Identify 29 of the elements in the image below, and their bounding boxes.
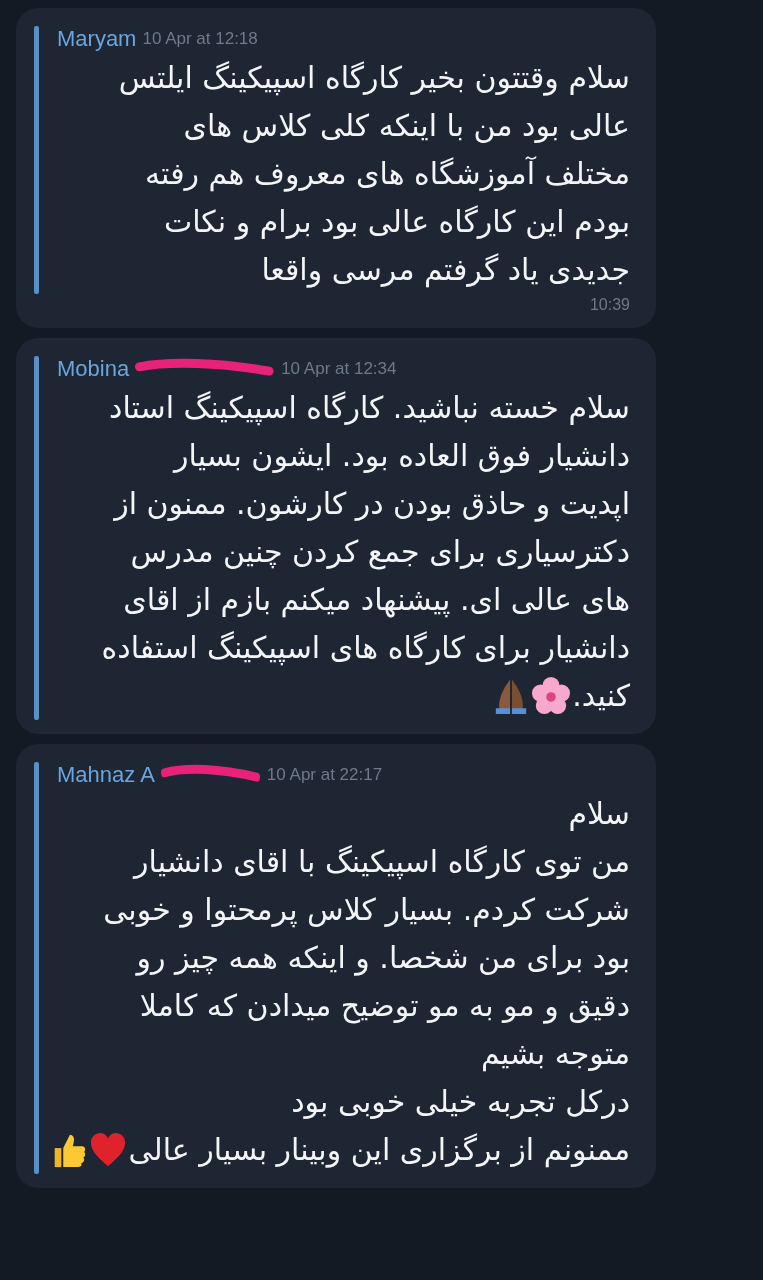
- message-line: ممنونم از برگزاری این وبینار بسیار عالی: [128, 1131, 630, 1170]
- message-line: های عالی ای. پیشنهاد میکنم بازم از اقای: [123, 581, 630, 620]
- author-name[interactable]: Mobina: [57, 356, 130, 382]
- message-line: بودم این کارگاه عالی بود برام و نکات: [163, 203, 630, 242]
- message-date: 10 Apr at 22:17: [266, 765, 383, 785]
- message-line: دکترسیاری برای جمع کردن چنین مدرس: [130, 533, 630, 572]
- message-line: سلام خسته نباشید. کارگاه اسپیکینگ استاد: [109, 389, 630, 428]
- message-line: متوجه بشیم: [481, 1035, 630, 1074]
- message-date: 10 Apr at 12:18: [142, 29, 258, 49]
- message-line: کنید.: [572, 677, 630, 715]
- message-line: شرکت کردم. بسیار کلاس پرمحتوا و خوبی: [103, 891, 630, 930]
- heart-icon: [88, 1131, 127, 1169]
- message-line: بود برای من شخصا. و اینکه همه چیز رو: [136, 939, 630, 978]
- message-line: درکل تجربه خیلی خوبی بود: [291, 1083, 630, 1121]
- message-line: دانشیار فوق العاده بود. ایشون بسیار: [174, 437, 630, 475]
- message-line: سلام: [568, 795, 630, 833]
- message-line: مختلف آموزشگاه های معروف هم رفته: [145, 155, 630, 194]
- message-line: سلام وقتتون بخیر کارگاه اسپیکینگ ایلتس: [118, 59, 630, 98]
- message-time: 10:39: [588, 296, 630, 314]
- blossom-icon: [532, 677, 571, 715]
- message-line: دقیق و مو به مو توضیح میدادن که کاملا: [139, 987, 630, 1026]
- message-date: 10 Apr at 12:34: [281, 359, 397, 379]
- message-line: من توی کارگاه اسپیکینگ با اقای دانشیار: [134, 843, 630, 882]
- author-name[interactable]: Mahnaz A: [57, 762, 155, 788]
- message-line: دانشیار برای کارگاه های اسپیکینگ استفاده: [101, 629, 630, 668]
- message-line: عالی بود من با اینکه کلی کلاس های: [183, 107, 630, 145]
- message-line: اپدیت و حاذق بودن در کارشون. ممنون از: [114, 485, 630, 524]
- author-name[interactable]: Maryam: [57, 26, 137, 52]
- message-line: جدیدی یاد گرفتم مرسی واقعا: [261, 251, 630, 290]
